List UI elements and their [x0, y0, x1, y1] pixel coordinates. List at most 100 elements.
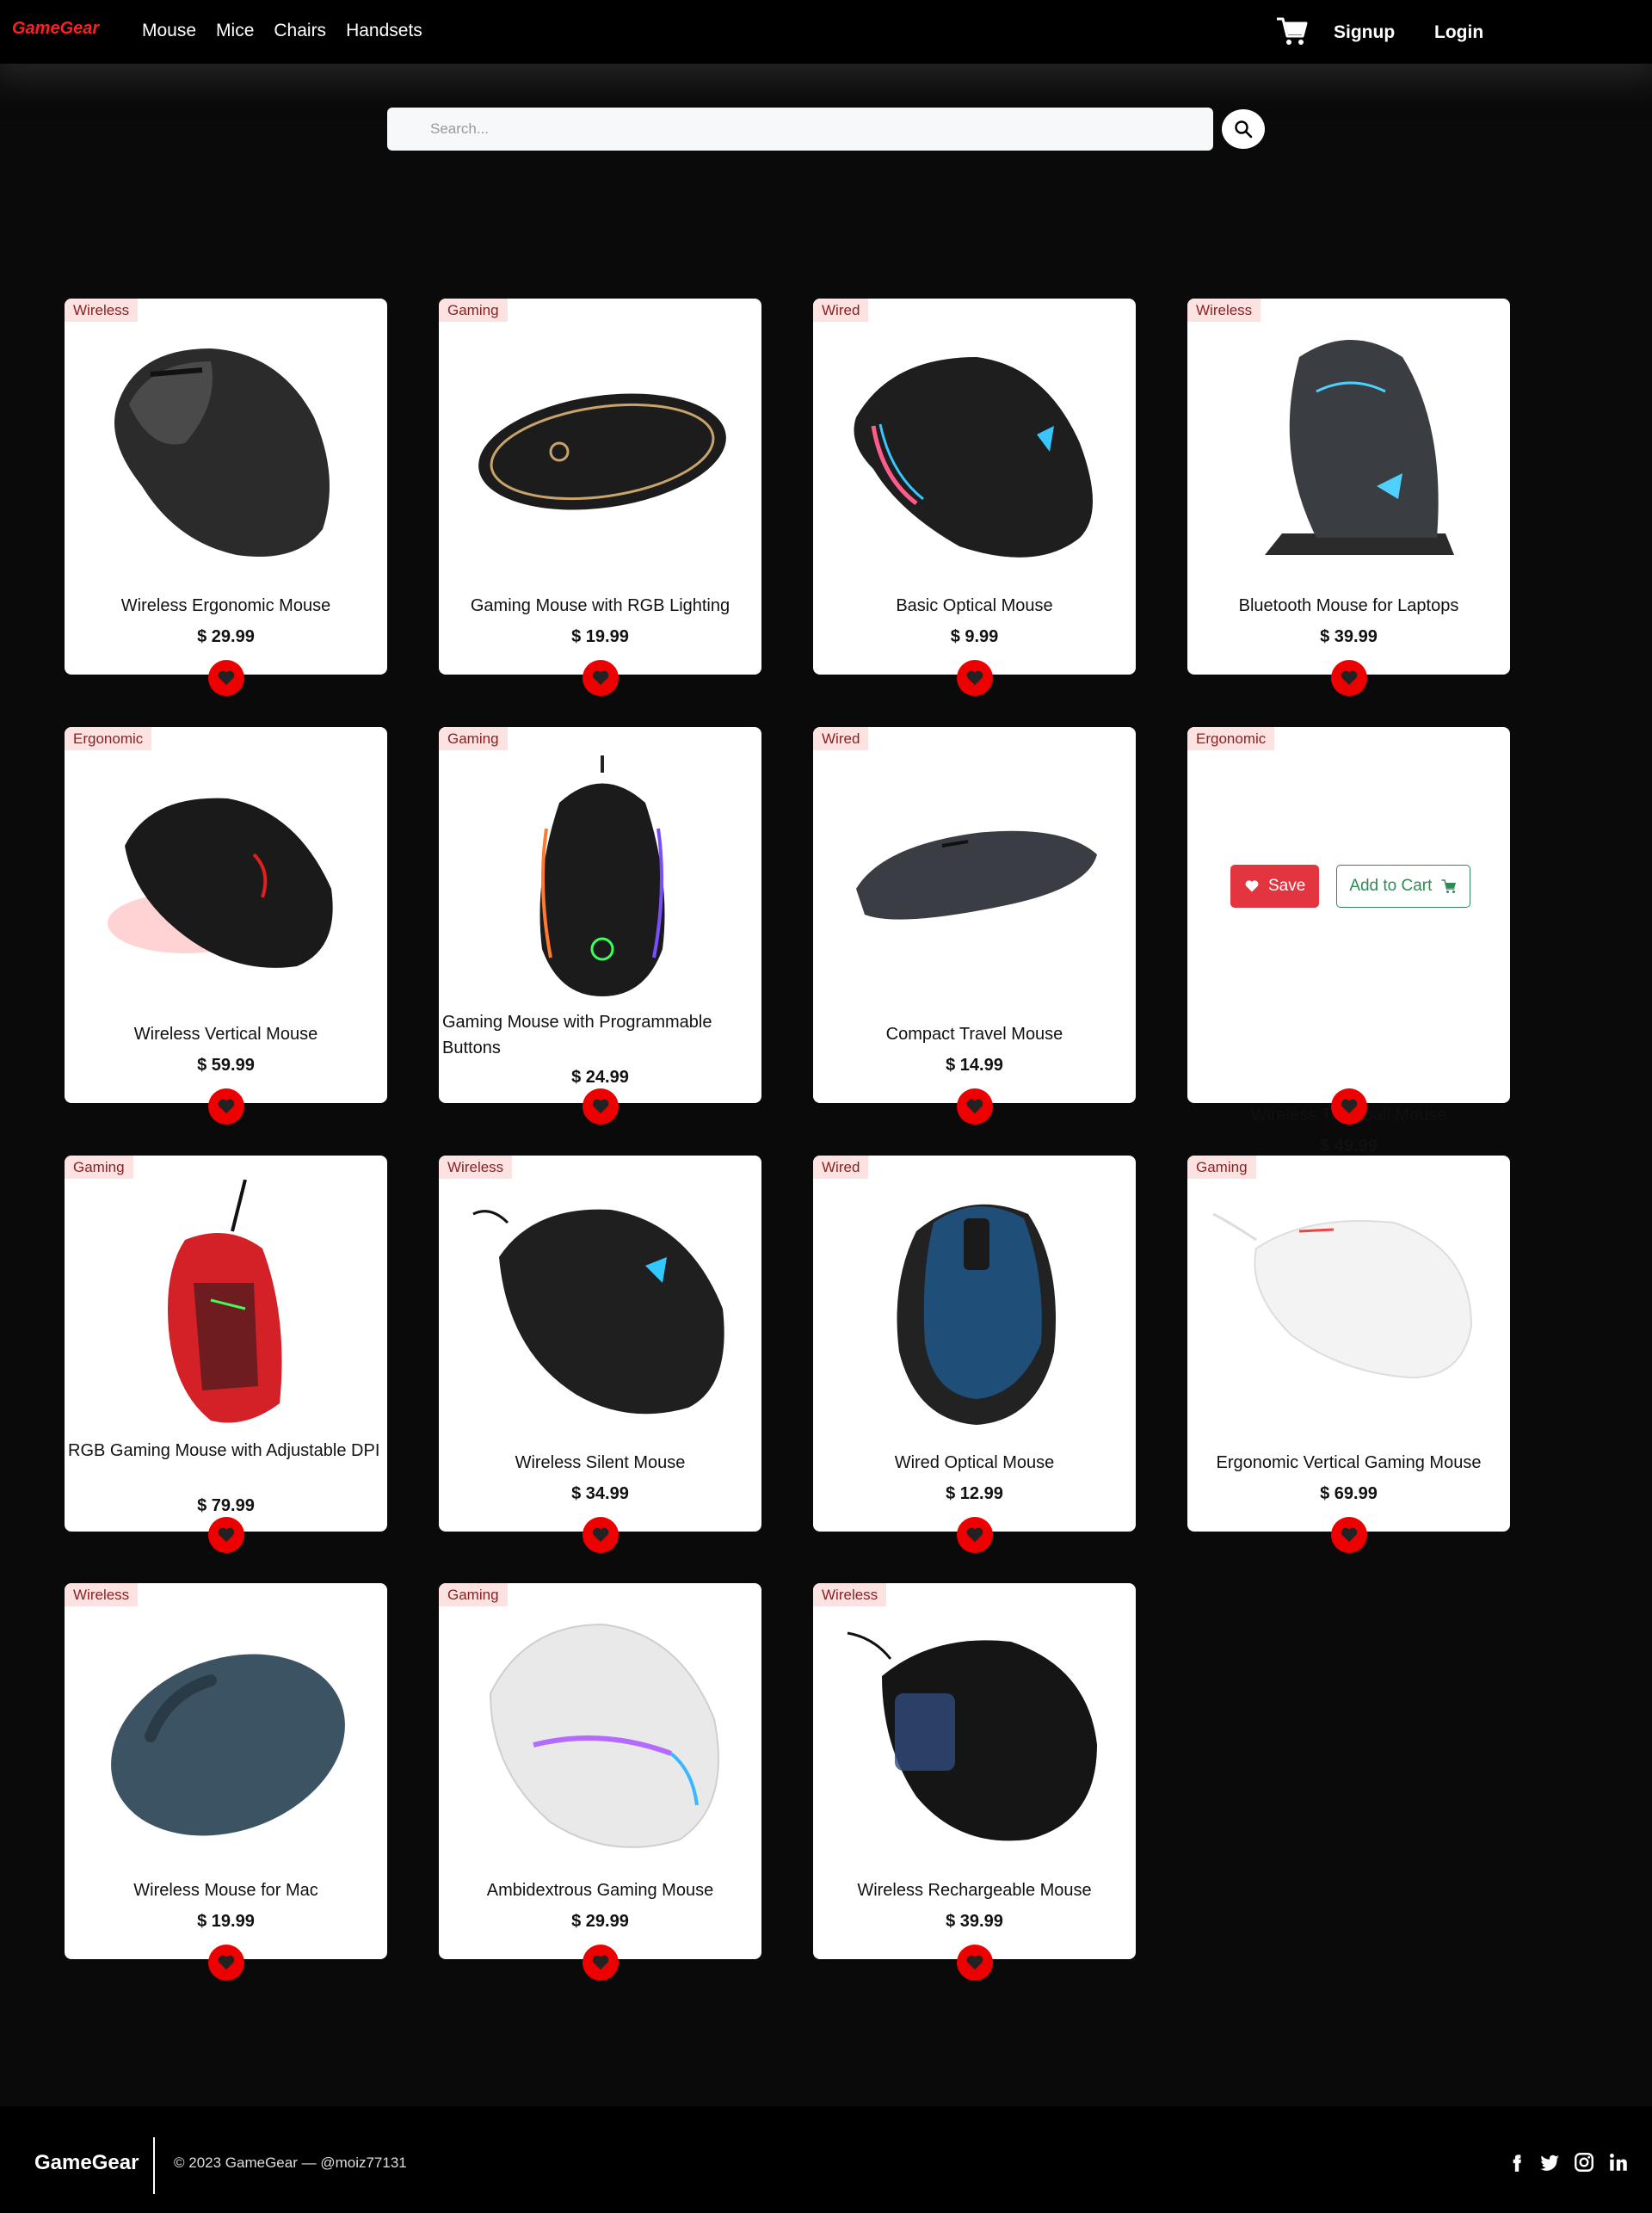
product-name: Wireless Mouse for Mac	[133, 1881, 318, 1900]
product-card[interactable]: Ergonomic Save Add to Cart Wireless Trac…	[1187, 727, 1510, 1156]
product-price: $ 14.99	[946, 1056, 1003, 1075]
navbar: GameGear Mouse Mice Chairs Handsets Sign…	[0, 0, 1652, 64]
product-name: Wireless Ergonomic Mouse	[120, 596, 331, 615]
heart-icon	[218, 1955, 235, 1970]
favorite-button[interactable]	[583, 1088, 619, 1125]
category-badge: Ergonomic	[65, 727, 152, 750]
favorite-button[interactable]	[208, 1517, 244, 1553]
product-image	[830, 323, 1119, 572]
footer-copyright: © 2023 GameGear — @moiz77131	[174, 2154, 407, 2171]
save-button[interactable]: Save	[1230, 865, 1320, 908]
heart-icon	[966, 1527, 983, 1543]
nav-link-mice[interactable]: Mice	[216, 21, 254, 41]
linkedin-icon[interactable]	[1607, 2151, 1630, 2173]
product-name: Wireless Vertical Mouse	[133, 1025, 318, 1044]
product-price: $ 39.99	[1320, 627, 1378, 646]
product-card[interactable]: Gaming Ambidextrous Gaming Mouse $ 29.99	[439, 1583, 761, 1981]
nav-link-chairs[interactable]: Chairs	[274, 21, 326, 41]
search-input[interactable]	[387, 108, 1213, 151]
search-icon	[1235, 120, 1253, 139]
product-card[interactable]: Wired Compact Travel Mouse $ 14.99	[813, 727, 1136, 1125]
heart-icon	[1341, 1099, 1358, 1114]
favorite-button[interactable]	[583, 1945, 619, 1981]
login-link[interactable]: Login	[1434, 22, 1483, 43]
facebook-icon[interactable]	[1506, 2151, 1528, 2173]
product-price: $ 29.99	[197, 627, 255, 646]
product-card[interactable]: Ergonomic Wireless Vertical Mouse $ 59.9…	[65, 727, 387, 1125]
favorite-button[interactable]	[1331, 1088, 1367, 1125]
favorite-button[interactable]	[583, 660, 619, 696]
product-image	[456, 1180, 744, 1429]
product-image	[830, 1180, 1119, 1429]
cart-icon[interactable]	[1275, 15, 1308, 46]
product-card[interactable]: Wired Wired Optical Mouse $ 12.99	[813, 1156, 1136, 1553]
product-price: $ 19.99	[197, 1912, 255, 1931]
search-button[interactable]	[1222, 109, 1265, 149]
heart-icon	[966, 670, 983, 686]
add-to-cart-label: Add to Cart	[1349, 877, 1433, 895]
heart-icon	[966, 1955, 983, 1970]
favorite-button[interactable]	[957, 1945, 993, 1981]
category-badge: Wired	[813, 1156, 869, 1179]
product-image	[830, 751, 1119, 1001]
category-badge: Wireless	[65, 1583, 139, 1606]
product-card[interactable]: Gaming Gaming Mouse with Programmable Bu…	[439, 727, 761, 1125]
category-badge: Wireless	[439, 1156, 513, 1179]
product-card[interactable]: Wireless Wireless Rechargeable Mouse $ 3…	[813, 1583, 1136, 1981]
heart-icon	[218, 1527, 235, 1543]
product-price: $ 19.99	[571, 627, 629, 646]
product-card[interactable]: Wireless Wireless Mouse for Mac $ 19.99	[65, 1583, 387, 1981]
favorite-button[interactable]	[957, 1517, 993, 1553]
favorite-button[interactable]	[1331, 1517, 1367, 1553]
product-card[interactable]: Wireless Bluetooth Mouse for Laptops $ 3…	[1187, 299, 1510, 696]
product-name: Compact Travel Mouse	[885, 1025, 1063, 1044]
favorite-button[interactable]	[1331, 660, 1367, 696]
product-price: $ 49.99	[1320, 1137, 1378, 1156]
product-image	[82, 323, 370, 572]
product-card[interactable]: Gaming Ergonomic Vertical Gaming Mouse $…	[1187, 1156, 1510, 1553]
favorite-button[interactable]	[208, 1945, 244, 1981]
add-to-cart-button[interactable]: Add to Cart	[1336, 865, 1471, 908]
product-card[interactable]: Wireless Wireless Ergonomic Mouse $ 29.9…	[65, 299, 387, 696]
product-image	[830, 1607, 1119, 1857]
footer: GameGear © 2023 GameGear — @moiz77131	[0, 2106, 1652, 2213]
cart-icon	[1441, 879, 1457, 893]
heart-icon	[1245, 880, 1259, 892]
instagram-icon[interactable]	[1573, 2151, 1595, 2173]
favorite-button[interactable]	[957, 660, 993, 696]
heart-icon	[1341, 1527, 1358, 1543]
product-card[interactable]: Wireless Wireless Silent Mouse $ 34.99	[439, 1156, 761, 1553]
favorite-button[interactable]	[957, 1088, 993, 1125]
product-card[interactable]: Gaming RGB Gaming Mouse with Adjustable …	[65, 1156, 387, 1553]
product-name: Wireless Silent Mouse	[515, 1453, 686, 1472]
category-badge: Gaming	[1187, 1156, 1256, 1179]
category-badge: Gaming	[439, 299, 508, 322]
nav-link-handsets[interactable]: Handsets	[346, 21, 422, 41]
product-price: $ 79.99	[197, 1496, 255, 1515]
product-image	[82, 1180, 370, 1429]
footer-divider	[153, 2137, 155, 2194]
product-price: $ 24.99	[571, 1068, 629, 1087]
nav-link-mouse[interactable]: Mouse	[142, 21, 196, 41]
nav-links: Mouse Mice Chairs Handsets	[142, 21, 442, 41]
save-label: Save	[1268, 877, 1306, 895]
product-image	[456, 1607, 744, 1857]
heart-icon	[1341, 670, 1358, 686]
product-card[interactable]: Wired Basic Optical Mouse $ 9.99	[813, 299, 1136, 696]
category-badge: Gaming	[439, 1583, 508, 1606]
signup-link[interactable]: Signup	[1334, 22, 1395, 43]
product-name: Gaming Mouse with Programmable Buttons	[442, 1013, 712, 1057]
favorite-button[interactable]	[583, 1517, 619, 1553]
twitter-icon[interactable]	[1538, 2151, 1561, 2173]
product-image	[1205, 1180, 1493, 1429]
brand-logo[interactable]: GameGear	[12, 19, 99, 39]
product-name: Basic Optical Mouse	[896, 596, 1053, 615]
product-name: RGB Gaming Mouse with Adjustable DPI	[68, 1441, 380, 1460]
favorite-button[interactable]	[208, 660, 244, 696]
category-badge: Gaming	[65, 1156, 133, 1179]
product-card[interactable]: Gaming Gaming Mouse with RGB Lighting $ …	[439, 299, 761, 696]
product-price: $ 29.99	[571, 1912, 629, 1931]
favorite-button[interactable]	[208, 1088, 244, 1125]
category-badge: Ergonomic	[1187, 727, 1275, 750]
heart-icon	[966, 1099, 983, 1114]
